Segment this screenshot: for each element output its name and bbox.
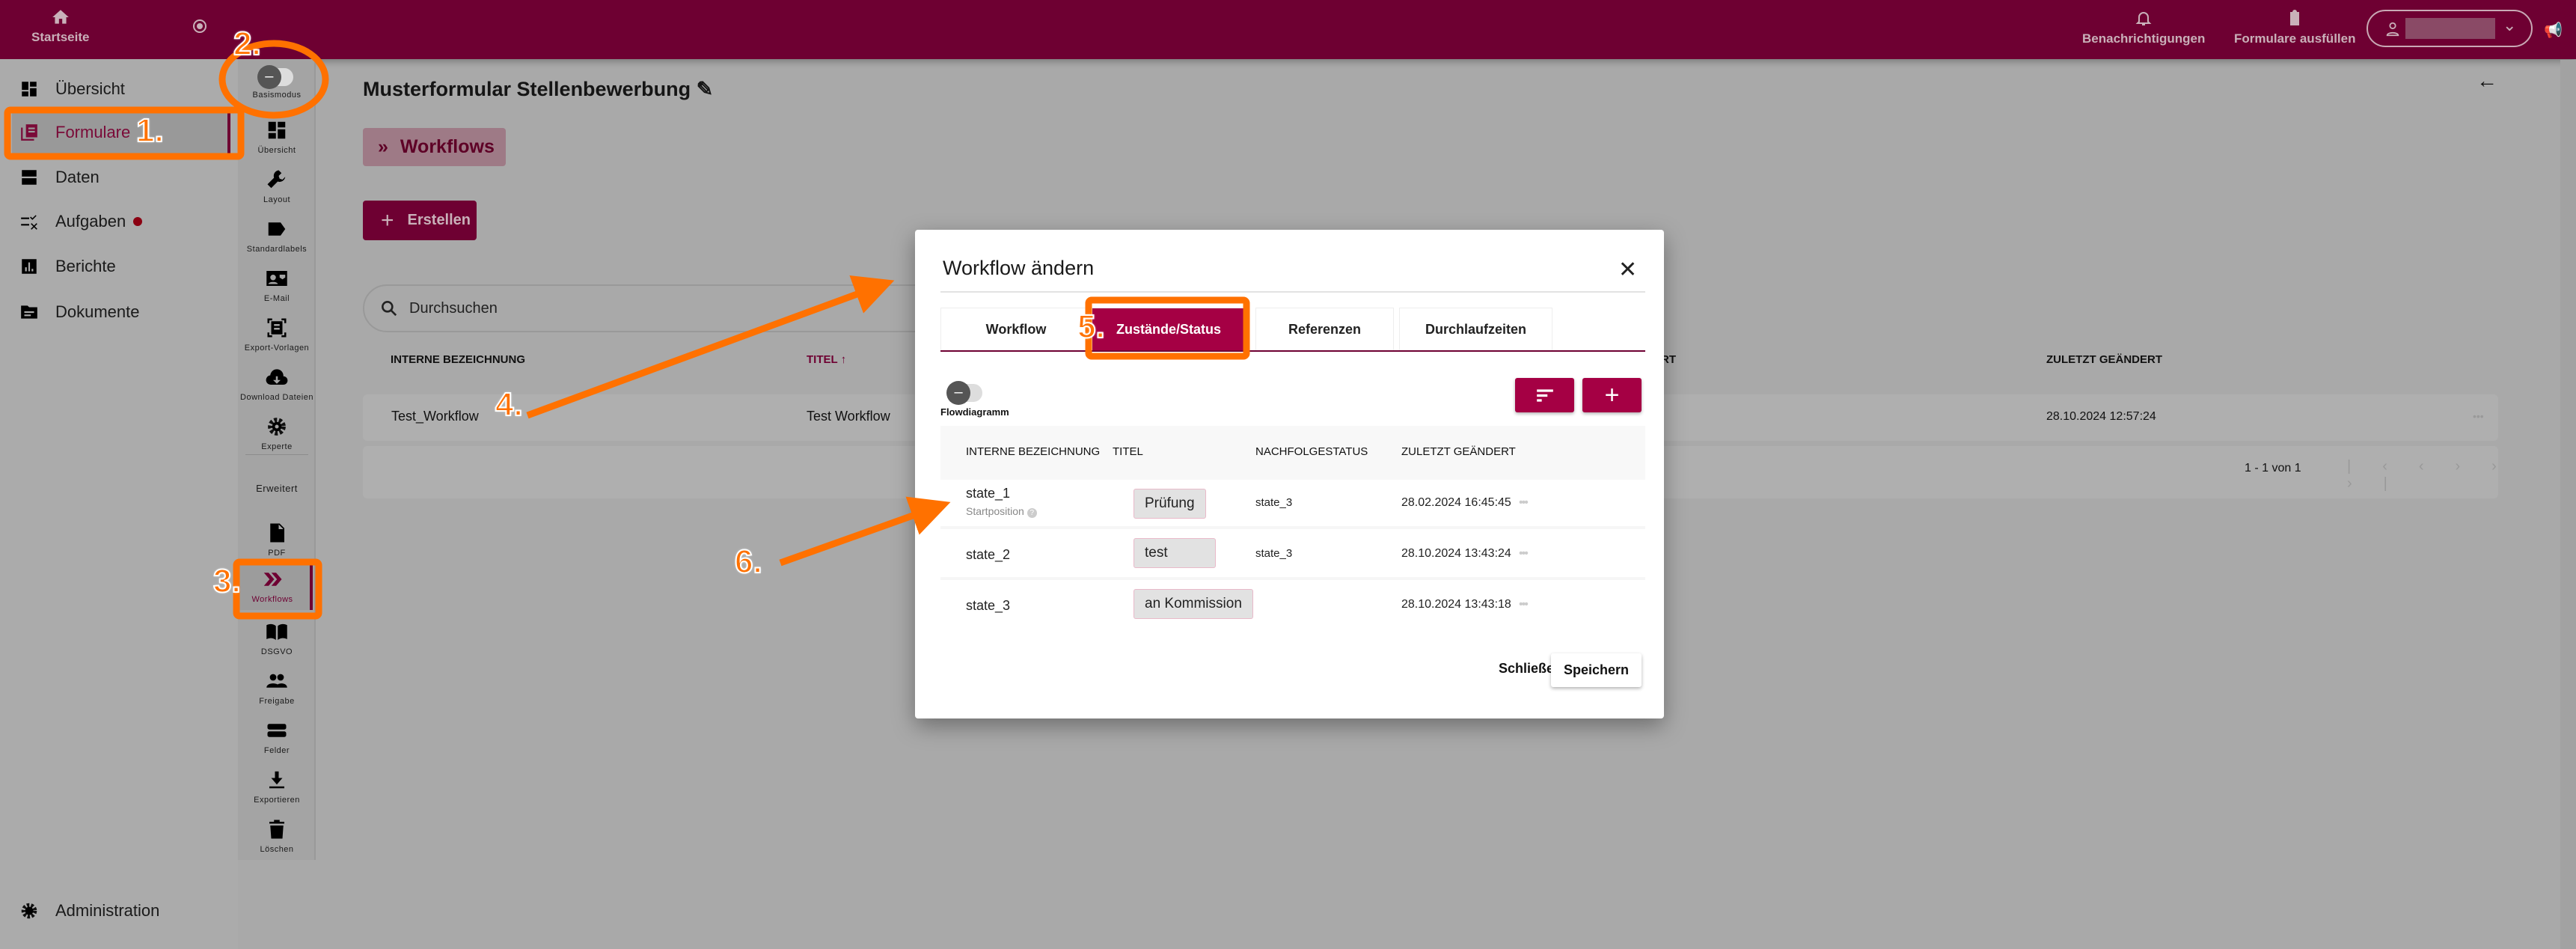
annotation-3: 3. — [212, 562, 242, 600]
highlight-box-workflows — [233, 558, 322, 620]
highlight-box-formulare — [4, 106, 245, 160]
annotation-5: 5. — [1077, 308, 1106, 346]
annotation-2: 2. — [233, 25, 262, 63]
arrow-4 — [526, 275, 895, 419]
annotation-6: 6. — [734, 543, 763, 581]
annotation-4: 4. — [495, 385, 524, 424]
annotation-1: 1. — [135, 112, 165, 150]
highlight-box-zustaende-tab — [1085, 296, 1250, 360]
arrow-6 — [779, 496, 951, 567]
annotation-overlay — [4, 40, 1250, 620]
